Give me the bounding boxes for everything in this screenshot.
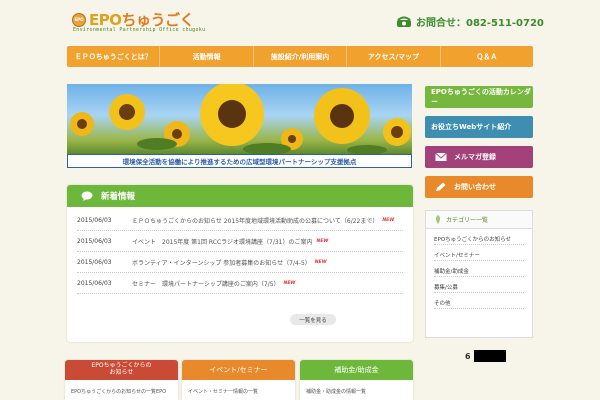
news-item[interactable]: 2015/06/03 イベント 2015年度 第1回 RCCラジオ環境講座（7/… <box>77 231 403 252</box>
category-item[interactable]: イベント/セミナー <box>434 249 524 261</box>
category-title: カテゴリー一覧 <box>446 217 489 224</box>
tab-epo-news-header: EPOちゅうごくからの お知らせ <box>65 360 178 380</box>
tab-grants[interactable]: 補助金/助成金 補助金・助成金の情報一覧 <box>300 360 413 400</box>
tab-events-header: イベント/セミナー <box>182 360 295 380</box>
envelope-icon <box>435 152 447 161</box>
hero-caption: 環境保全活動を協働により推進するための広域型環境パートナーシップ支援拠点 <box>67 154 412 168</box>
calendar-label: EPOちゅうごくの活動カレンダー <box>431 88 531 106</box>
news-panel: 新着情報 2015/06/03 ＥＰＯちゅうごくからのお知らせ 2015年度地域… <box>67 185 413 342</box>
newsletter-button[interactable]: メルマガ登録 <box>425 146 533 168</box>
useful-websites-label: お役立ちWebサイト紹介 <box>431 123 512 131</box>
news-more-button[interactable]: 一覧を見る <box>290 314 336 325</box>
logo-subtitle: Environmental Partnership Office chugoku <box>73 27 206 33</box>
nav-item-activities[interactable]: 活動情報 <box>160 46 254 67</box>
news-link[interactable]: ボランティア・インターンシップ 参加者募集のお知らせ（7/4-5） <box>132 258 311 267</box>
tab-epo-news[interactable]: EPOちゅうごくからの お知らせ EPOちゅうごくからのお知らせの一覧EPO <box>65 360 178 400</box>
useful-websites-button[interactable]: お役立ちWebサイト紹介 <box>425 116 533 138</box>
newsletter-label: メルマガ登録 <box>454 153 496 161</box>
category-item[interactable]: その他 <box>434 297 524 309</box>
contact-phone: お問合せ：082-511-0720 <box>396 14 544 29</box>
calendar-button[interactable]: EPOちゅうごくの活動カレンダー <box>425 86 533 108</box>
speech-bubble-icon <box>81 191 93 201</box>
pencil-icon <box>436 182 446 191</box>
new-badge: NEW <box>283 280 296 286</box>
news-item[interactable]: 2015/06/03 ＥＰＯちゅうごくからのお知らせ 2015年度地域環境活動助… <box>77 210 403 231</box>
main-nav: ＥＰＯちゅうごくとは？ 活動情報 施設紹介/利用案内 アクセス/マップ Ｑ＆Ａ <box>67 46 533 67</box>
category-item[interactable]: 募集/公募 <box>434 281 524 293</box>
counter-digit: 6 <box>465 351 471 361</box>
news-date: 2015/06/03 <box>77 237 112 245</box>
logo-badge: EPO <box>72 12 86 27</box>
tab-body: 補助金・助成金の情報一覧 <box>306 389 367 395</box>
news-header: 新着情報 <box>67 185 413 207</box>
tab-label: 補助金/助成金 <box>334 365 379 374</box>
news-link[interactable]: セミナー 環境パートナーシップ講座のご案内（7/5） <box>132 279 280 288</box>
hero-sunflower-image <box>67 84 412 154</box>
nav-item-access[interactable]: アクセス/マップ <box>347 46 441 67</box>
sunflower-illustration <box>70 84 411 154</box>
news-item[interactable]: 2015/06/03 ボランティア・インターンシップ 参加者募集のお知らせ（7/… <box>77 252 403 273</box>
news-title: 新着情報 <box>101 192 136 202</box>
tab-events[interactable]: イベント/セミナー イベント・セミナー情報の一覧 <box>182 360 295 400</box>
tab-label: イベント/セミナー <box>209 365 268 374</box>
category-item[interactable]: EPOちゅうごくからのお知らせ <box>434 233 524 245</box>
news-date: 2015/06/03 <box>77 216 112 224</box>
tab-body: EPOちゅうごくからのお知らせの一覧EPO <box>71 389 167 395</box>
leaf-icon <box>436 215 440 224</box>
new-badge: NEW <box>316 238 329 244</box>
tab-body: イベント・セミナー情報の一覧 <box>188 389 259 395</box>
phone-icon <box>397 16 411 27</box>
visitor-counter: 6 <box>465 350 506 362</box>
tab-grants-header: 補助金/助成金 <box>300 360 413 380</box>
inquiry-label: お問い合わせ <box>454 183 496 191</box>
inquiry-button[interactable]: お問い合わせ <box>425 176 533 198</box>
contact-text: お問合せ：082-511-0720 <box>416 18 544 29</box>
site-header: EPO EPOちゅうごく Environmental Partnership O… <box>0 0 600 44</box>
news-link[interactable]: ＥＰＯちゅうごくからのお知らせ 2015年度地域環境活動助成の公募について（6/… <box>132 216 378 225</box>
counter-redacted <box>473 350 506 362</box>
news-link[interactable]: イベント 2015年度 第1回 RCCラジオ環境講座（7/31）のご案内 <box>132 237 313 246</box>
new-badge: NEW <box>314 259 327 265</box>
category-box: カテゴリー一覧 EPOちゅうごくからのお知らせ イベント/セミナー 補助金/助成… <box>425 210 533 338</box>
nav-item-qa[interactable]: Ｑ＆Ａ <box>441 46 533 67</box>
news-item[interactable]: 2015/06/03 セミナー 環境パートナーシップ講座のご案内（7/5） NE… <box>77 273 403 294</box>
nav-item-facility[interactable]: 施設紹介/利用案内 <box>254 46 348 67</box>
category-header: カテゴリー一覧 <box>426 211 532 229</box>
tab-label-line2: お知らせ <box>109 369 134 376</box>
news-date: 2015/06/03 <box>77 258 112 266</box>
new-badge: NEW <box>382 217 395 223</box>
category-item[interactable]: 補助金/助成金 <box>434 265 524 277</box>
nav-item-about[interactable]: ＥＰＯちゅうごくとは？ <box>67 46 161 67</box>
news-date: 2015/06/03 <box>77 279 112 287</box>
